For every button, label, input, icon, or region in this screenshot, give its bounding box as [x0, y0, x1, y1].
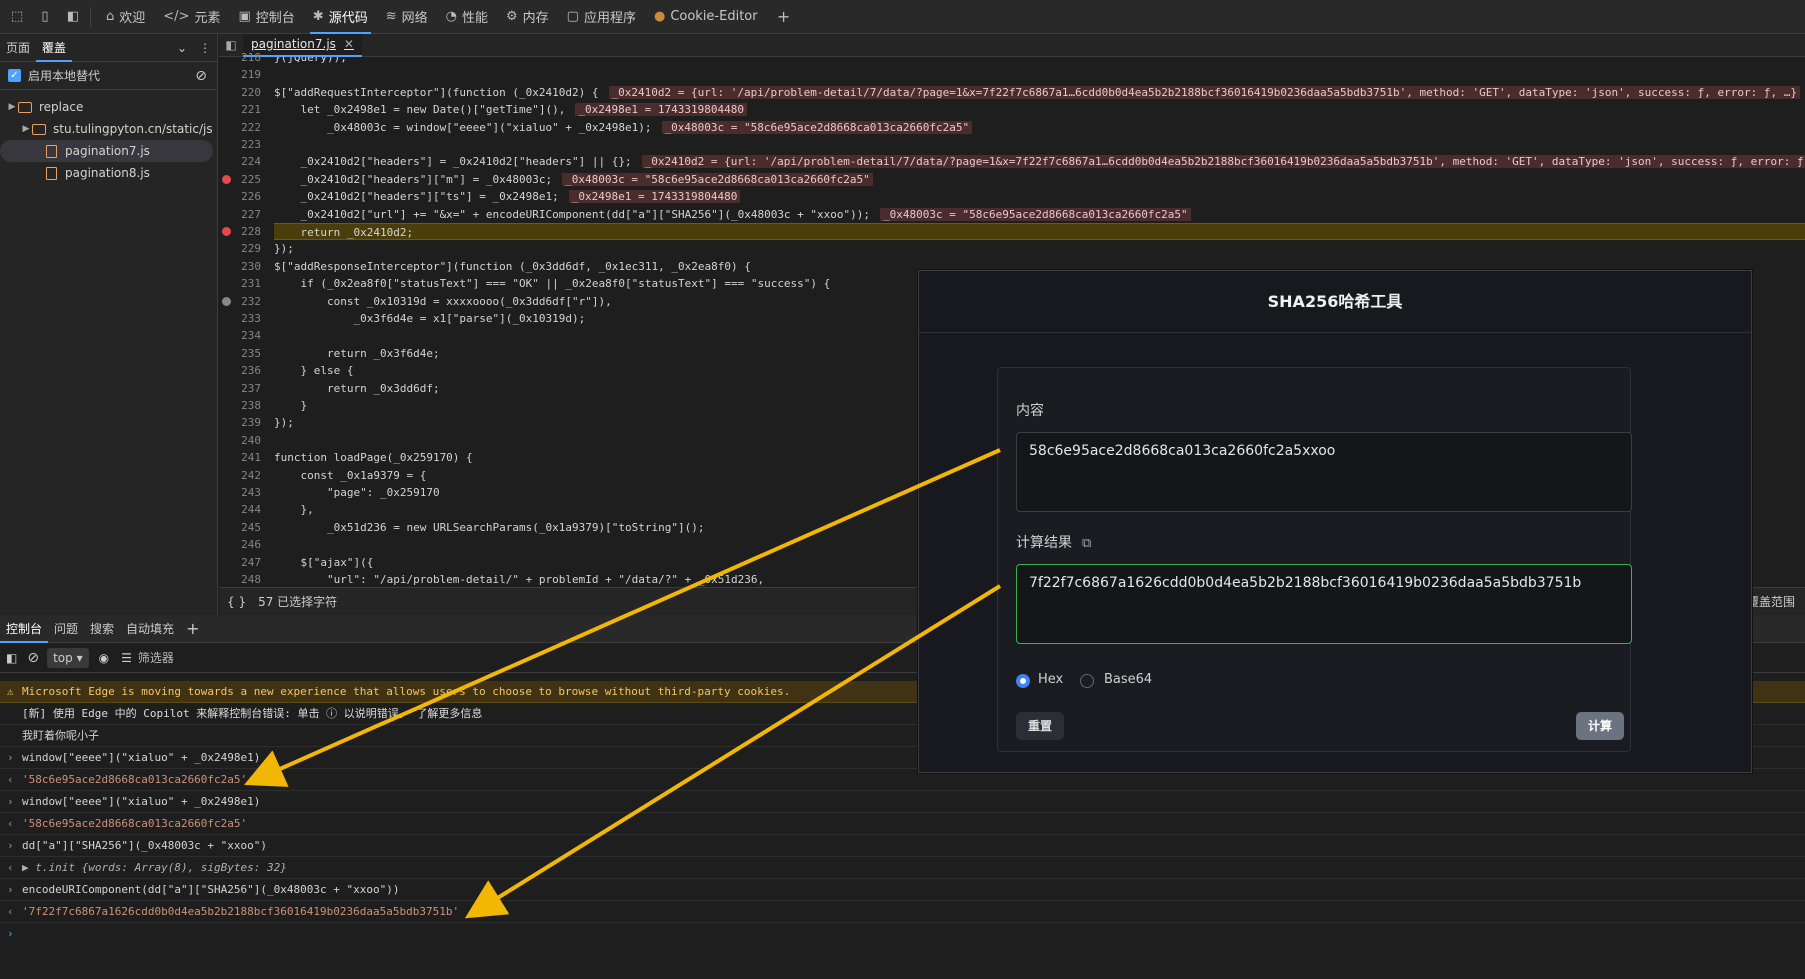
annotation-arrows — [244, 448, 1002, 919]
arrow-to-sha256-output — [464, 584, 1002, 919]
arrow-to-md5-output — [244, 448, 1001, 787]
